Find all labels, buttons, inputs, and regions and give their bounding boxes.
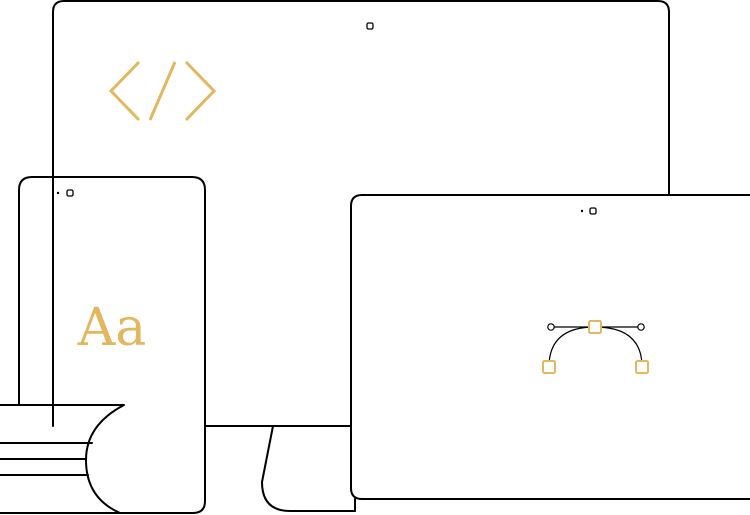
laptop-frame [350,194,750,500]
monitor-camera-icon [366,22,374,30]
laptop-sensor-dot [580,209,584,213]
phone-sensor-dot [56,191,60,195]
book [0,404,125,514]
bezier-curve-icon [542,320,649,374]
devices-illustration: Aa [0,0,750,514]
monitor-stand [261,425,356,512]
laptop-camera-icon [589,207,597,215]
typography-aa-icon: Aa [77,298,147,358]
phone-camera-icon [66,189,74,197]
code-brackets-icon [108,60,217,122]
monitor-frame [52,0,670,427]
desktop-monitor [52,0,670,512]
